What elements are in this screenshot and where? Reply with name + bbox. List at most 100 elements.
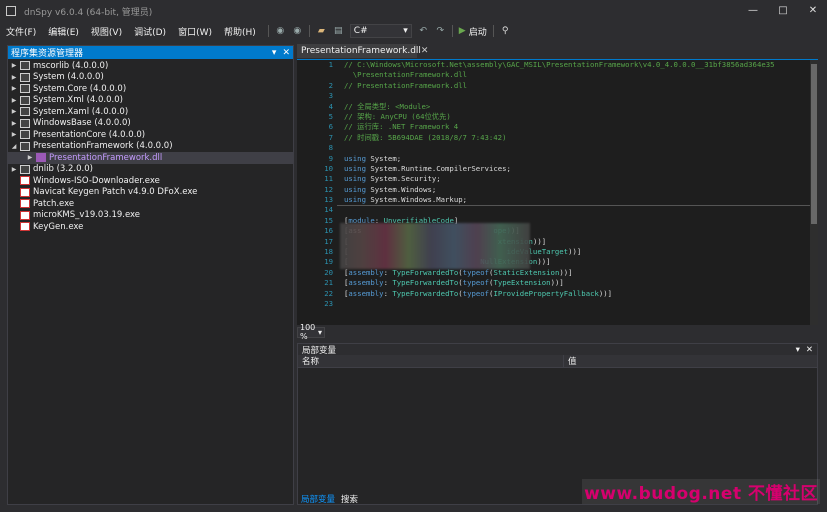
search-icon[interactable]: ⚲ xyxy=(500,26,511,37)
menu-window[interactable]: 窗口(W) xyxy=(172,25,218,38)
menu-view[interactable]: 视图(V) xyxy=(85,25,128,38)
expand-arrow-icon[interactable]: ▶ xyxy=(26,154,34,161)
code-token: ))] xyxy=(550,278,564,288)
line-number: 12 xyxy=(324,184,333,194)
undo-icon[interactable]: ↶ xyxy=(418,26,429,37)
tree-item[interactable]: ▶ PresentationFramework.dll xyxy=(8,152,293,164)
expand-arrow-icon[interactable]: ▶ xyxy=(10,74,18,81)
window-title: dnSpy v6.0.4 (64-bit, 管理员) xyxy=(24,7,153,18)
forward-icon[interactable]: ◉ xyxy=(292,26,303,37)
code-token: assembly xyxy=(348,267,384,277)
tab-search[interactable]: 搜索 xyxy=(341,493,358,505)
code-line: 6 // 运行库: .NET Framework 4 xyxy=(297,122,818,132)
expand-arrow-icon[interactable]: ▶ xyxy=(10,166,18,173)
executable-icon xyxy=(20,210,30,220)
tree-item[interactable]: ◢ PresentationFramework (4.0.0.0) xyxy=(8,141,293,153)
expand-arrow-icon[interactable]: ▶ xyxy=(10,131,18,138)
close-icon[interactable]: ✕ xyxy=(282,48,290,58)
close-icon[interactable]: ✕ xyxy=(806,345,813,355)
code-token: using xyxy=(344,153,371,163)
menu-edit[interactable]: 编辑(E) xyxy=(42,25,85,38)
line-number: 3 xyxy=(328,91,333,101)
code-token: System.Windows.Markup xyxy=(370,195,463,205)
start-button[interactable]: ▶ 启动 xyxy=(459,25,487,38)
code-token: // 架构: AnyCPU (64位优先) xyxy=(344,111,451,121)
expand-arrow-icon[interactable]: ▶ xyxy=(10,97,18,104)
column-value[interactable]: 值 xyxy=(564,355,577,367)
line-number: 21 xyxy=(324,278,333,288)
menu-help[interactable]: 帮助(H) xyxy=(218,25,262,38)
code-line: 13 using System.Windows.Markup; xyxy=(297,195,818,205)
tree-item[interactable]: ▶ System.Core (4.0.0.0) xyxy=(8,83,293,95)
tree-item[interactable]: Patch.exe xyxy=(8,198,293,210)
tree-item[interactable]: ▶ PresentationCore (4.0.0.0) xyxy=(8,129,293,141)
menu-debug[interactable]: 调试(D) xyxy=(128,25,172,38)
line-number: 6 xyxy=(328,122,333,132)
code-token: IProvidePropertyFallback xyxy=(493,288,599,298)
vertical-scrollbar[interactable] xyxy=(810,60,818,325)
zoom-select[interactable]: 100 % ▾ xyxy=(297,323,325,341)
tab-label: PresentationFramework.dll xyxy=(301,46,421,56)
code-text: // 运行库: .NET Framework 4 xyxy=(344,122,458,132)
code-token: ))] xyxy=(568,247,582,257)
tree-item-label: PresentationFramework.dll xyxy=(49,152,163,163)
code-line: 2 // PresentationFramework.dll xyxy=(297,81,818,91)
code-token: TypeForwardedTo xyxy=(392,288,459,298)
tree-item-label: WindowsBase (4.0.0.0) xyxy=(33,118,131,129)
bottom-tabs: 局部变量 搜索 xyxy=(298,493,358,505)
executable-icon xyxy=(20,187,30,197)
code-token: System xyxy=(370,153,397,163)
open-folder-icon[interactable]: ▰ xyxy=(316,26,327,37)
minimize-button[interactable]: — xyxy=(747,5,759,16)
tree-item[interactable]: ▶ System.Xml (4.0.0.0) xyxy=(8,95,293,107)
column-name[interactable]: 名称 xyxy=(298,355,564,367)
assembly-icon xyxy=(20,107,30,117)
tree-item[interactable]: microKMS_v19.03.19.exe xyxy=(8,210,293,222)
code-text: [assembly: TypeForwardedTo(typeof(TypeEx… xyxy=(344,278,564,287)
assembly-icon xyxy=(20,164,30,174)
code-token: typeof xyxy=(462,278,490,288)
tab-presentationframework[interactable]: PresentationFramework.dll ✕ xyxy=(297,44,428,58)
line-number: 18 xyxy=(324,247,333,257)
tree-item[interactable]: Navicat Keygen Patch v4.9.0 DFoX.exe xyxy=(8,187,293,199)
language-select[interactable]: C# ▾ xyxy=(349,24,412,38)
code-line: 23 xyxy=(297,299,818,309)
close-icon[interactable]: ✕ xyxy=(421,46,433,56)
save-icon[interactable]: ▤ xyxy=(333,26,344,37)
expand-arrow-icon[interactable]: ◢ xyxy=(10,143,18,150)
close-button[interactable]: ✕ xyxy=(807,5,819,16)
tree-item[interactable]: ▶ System (4.0.0.0) xyxy=(8,72,293,84)
dropdown-icon[interactable]: ▾ xyxy=(272,48,277,58)
expand-arrow-icon[interactable]: ▶ xyxy=(10,108,18,115)
expand-arrow-icon[interactable]: ▶ xyxy=(10,120,18,127)
expand-arrow-icon[interactable]: ▶ xyxy=(10,85,18,92)
code-token: // 全局类型: <Module> xyxy=(344,101,431,111)
code-text: [assembly: TypeForwardedTo(typeof(IProvi… xyxy=(344,289,612,298)
tree-item[interactable]: ▶ mscorlib (4.0.0.0) xyxy=(8,60,293,72)
maximize-button[interactable]: □ xyxy=(777,5,789,16)
assembly-icon xyxy=(20,61,30,71)
code-token: System.Windows xyxy=(370,184,432,194)
tree-item-label: dnlib (3.2.0.0) xyxy=(33,164,93,175)
tree-item[interactable]: KeyGen.exe xyxy=(8,221,293,233)
code-editor[interactable]: 1 // C:\Windows\Microsoft.Net\assembly\GA… xyxy=(297,59,818,325)
dropdown-icon[interactable]: ▾ xyxy=(796,345,800,355)
expand-arrow-icon[interactable]: ▶ xyxy=(10,62,18,69)
code-line: 5 // 架构: AnyCPU (64位优先) xyxy=(297,112,818,122)
tab-locals[interactable]: 局部变量 xyxy=(301,493,335,505)
tree-item[interactable]: Windows-ISO-Downloader.exe xyxy=(8,175,293,187)
tree-item[interactable]: ▶ dnlib (3.2.0.0) xyxy=(8,164,293,176)
scrollbar-thumb[interactable] xyxy=(811,64,817,224)
assembly-tree: ▶ mscorlib (4.0.0.0) ▶ System (4.0.0.0) ▶ Sys… xyxy=(8,59,293,233)
code-token: typeof xyxy=(462,288,490,298)
redo-icon[interactable]: ↷ xyxy=(435,26,446,37)
code-text: using System; xyxy=(344,154,401,163)
tree-item[interactable]: ▶ System.Xaml (4.0.0.0) xyxy=(8,106,293,118)
code-token: \PresentationFramework.dll xyxy=(344,70,468,80)
back-icon[interactable]: ◉ xyxy=(275,26,286,37)
menu-file[interactable]: 文件(F) xyxy=(0,25,42,38)
locals-header: 局部变量 ▾ ✕ xyxy=(298,344,817,356)
assembly-icon xyxy=(20,84,30,94)
line-number: 15 xyxy=(324,215,333,225)
tree-item[interactable]: ▶ WindowsBase (4.0.0.0) xyxy=(8,118,293,130)
